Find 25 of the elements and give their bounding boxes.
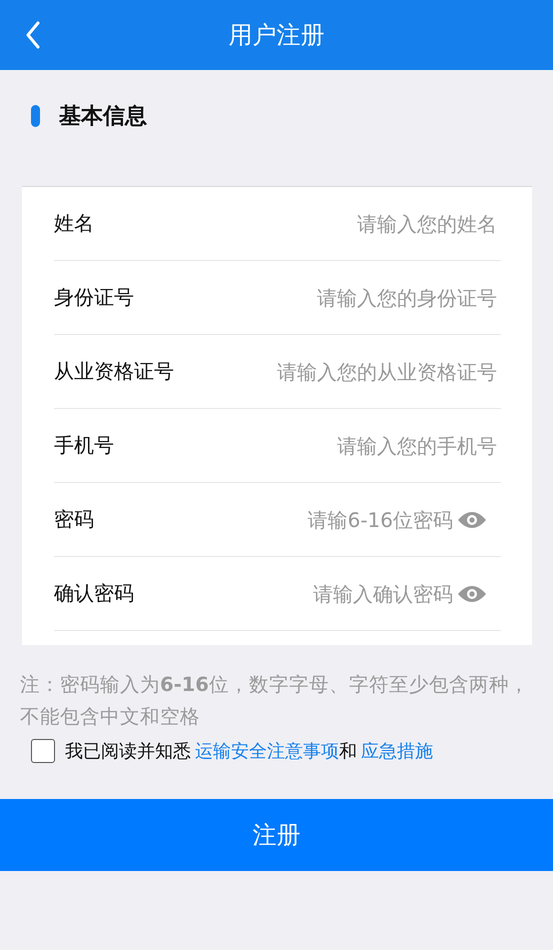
field-label: 身份证号 — [54, 284, 134, 311]
field-label: 姓名 — [54, 210, 94, 237]
agreement-text: 我已阅读并知悉 — [65, 740, 191, 763]
register-button[interactable]: 注册 — [0, 799, 553, 871]
input-field[interactable]: 请输入您的身份证号 — [134, 286, 501, 310]
section-marker-icon — [31, 105, 40, 127]
input-field[interactable]: 请输入您的手机号 — [114, 434, 501, 458]
agreement-checkbox[interactable] — [31, 739, 55, 763]
field-label: 从业资格证号 — [54, 358, 174, 385]
field-label: 手机号 — [54, 432, 114, 459]
policy-link[interactable]: 应急措施 — [361, 739, 433, 763]
input-field[interactable]: 请输6-16位密码 — [94, 508, 457, 532]
input-field[interactable]: 请输入您的从业资格证号 — [174, 360, 501, 384]
eye-icon[interactable] — [457, 584, 487, 604]
field-label: 确认密码 — [54, 580, 134, 607]
section-title: 基本信息 — [59, 103, 147, 131]
input-field[interactable]: 请输入您的姓名 — [94, 212, 501, 236]
eye-icon[interactable] — [457, 510, 487, 530]
agreement-text: 和 — [339, 740, 357, 763]
field-label: 密码 — [54, 506, 94, 533]
policy-link[interactable]: 运输安全注意事项 — [195, 739, 339, 763]
back-icon[interactable] — [25, 21, 41, 49]
password-note: 注：密码输入为6-16位，数字字母、字符至少包含两种，不能包含中文和空格 — [20, 672, 530, 730]
input-field[interactable]: 请输入确认密码 — [134, 582, 457, 606]
page-title: 用户注册 — [228, 20, 324, 51]
